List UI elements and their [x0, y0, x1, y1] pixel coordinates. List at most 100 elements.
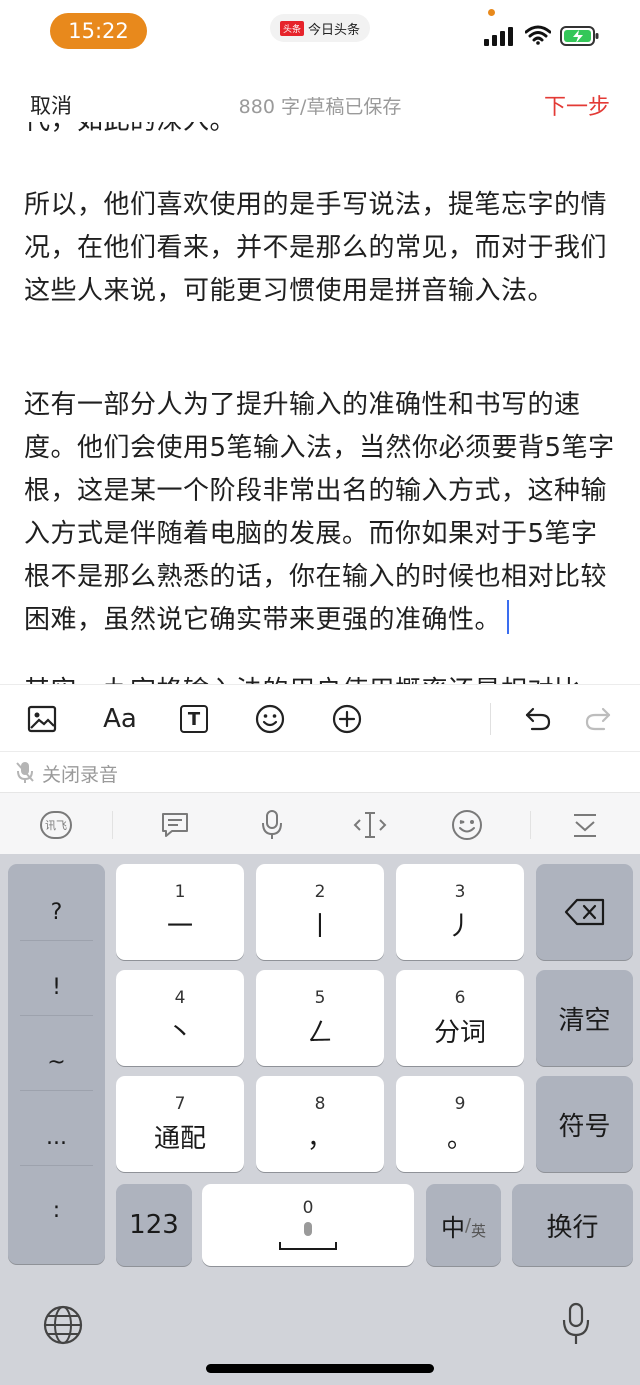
key-7[interactable]: 7 通配 [116, 1076, 244, 1172]
dictation-mic-icon[interactable] [560, 1302, 592, 1346]
ime-toolbar: 讯飞 [0, 792, 640, 854]
ime-emoji-button[interactable] [447, 805, 487, 845]
privacy-dot [488, 9, 495, 16]
ime-divider [530, 811, 531, 839]
lang-chinese-label: 中 [440, 1213, 465, 1242]
key-6[interactable]: 6 分词 [396, 970, 524, 1066]
ime-divider [112, 811, 113, 839]
key-label: 分词 [433, 1017, 486, 1048]
symbol-key-button[interactable]: 符号 [536, 1076, 633, 1172]
key-number: 5 [314, 987, 326, 1008]
key-5[interactable]: 5 ㄥ [256, 970, 384, 1066]
clear-key[interactable]: 清空 [536, 970, 633, 1066]
symbol-divider [20, 1015, 93, 1016]
ime-logo-button[interactable]: 讯飞 [36, 805, 76, 845]
key-8[interactable]: 8 ， [256, 1076, 384, 1172]
text-box-icon: T [180, 705, 208, 733]
app-logo: 头条 [279, 20, 304, 36]
add-icon [332, 704, 362, 734]
key-label: 清空 [558, 1005, 611, 1036]
key-number: 6 [454, 987, 466, 1008]
key-9[interactable]: 9 。 [396, 1076, 524, 1172]
paragraph[interactable]: 还有一部分人为了提升输入的准确性和书写的速度。他们会使用5笔输入法，当然你必须要… [24, 384, 624, 642]
enter-key[interactable]: 换行 [512, 1184, 633, 1266]
redo-icon [585, 707, 611, 731]
symbol-key[interactable]: ! [8, 975, 105, 1000]
next-step-button[interactable]: 下一步 [544, 89, 610, 121]
undo-icon [525, 707, 551, 731]
key-number: 9 [454, 1093, 466, 1114]
key-1[interactable]: 1 一 [116, 864, 244, 960]
add-button[interactable] [329, 701, 365, 737]
paragraph[interactable]: 其实，九宫格输入法的用户使用概率还是相对比 [24, 670, 624, 684]
key-label: 丶 [166, 1017, 193, 1048]
delete-key[interactable] [536, 864, 633, 960]
format-toolbar: Aa T [0, 684, 640, 752]
image-icon [27, 705, 57, 733]
globe-icon[interactable] [42, 1304, 84, 1346]
cellular-signal-icon [484, 27, 513, 46]
collapse-keyboard-icon [574, 814, 596, 837]
editor-body[interactable]: 代，如此的深入。 所以，他们喜欢使用的是手写说法，提笔忘字的情况，在他们看来，并… [0, 122, 640, 684]
symbol-key[interactable]: ... [8, 1125, 105, 1150]
symbol-divider [20, 940, 93, 941]
key-number: 4 [174, 987, 186, 1008]
symbol-divider [20, 1090, 93, 1091]
numeric-key[interactable]: 123 [116, 1184, 192, 1266]
emoji-button[interactable] [252, 701, 288, 737]
space-key[interactable]: 0 [202, 1184, 414, 1266]
key-number: 8 [314, 1093, 326, 1114]
text-box-button[interactable]: T [176, 701, 212, 737]
key-number: 0 [302, 1198, 314, 1218]
undo-button[interactable] [520, 701, 556, 737]
mic-off-icon [16, 762, 34, 783]
stroke-keyboard: ? ! ~ ... : 1 一 2 丨 3 丿 4 丶 5 ㄥ 6 分词 清空 … [0, 854, 640, 1385]
microphone-icon [262, 810, 282, 839]
key-label: ㄥ [306, 1017, 333, 1048]
key-number: 7 [174, 1093, 186, 1114]
key-label: 123 [129, 1210, 179, 1240]
emoji-icon [255, 704, 285, 734]
font-button[interactable]: Aa [98, 701, 142, 737]
key-number: 1 [174, 881, 186, 902]
key-label: 丿 [446, 911, 473, 942]
language-switch-key[interactable]: 中 / 英 [426, 1184, 501, 1266]
status-time: 15:22 [50, 13, 147, 49]
image-button[interactable] [24, 701, 60, 737]
key-label: 丨 [306, 911, 333, 942]
key-label: 一 [166, 911, 193, 942]
ime-cursor-button[interactable] [350, 805, 390, 845]
cursor-move-icon [353, 812, 387, 838]
font-icon: Aa [103, 704, 137, 734]
lang-english-label: 英 [471, 1221, 487, 1240]
battery-charging-icon [560, 26, 599, 46]
paragraph[interactable]: 代，如此的深入。 [24, 122, 624, 143]
toolbar-divider [490, 703, 491, 735]
wifi-icon [525, 25, 551, 45]
redo-button[interactable] [580, 701, 616, 737]
hide-keyboard-button[interactable] [565, 805, 605, 845]
key-3[interactable]: 3 丿 [396, 864, 524, 960]
voice-bar[interactable]: 关闭录音 [0, 752, 640, 792]
key-number: 3 [454, 881, 466, 902]
paragraph-text: 还有一部分人为了提升输入的准确性和书写的速度。他们会使用5笔输入法，当然你必须要… [24, 390, 615, 635]
voice-toggle-label[interactable]: 关闭录音 [42, 760, 118, 787]
symbol-key[interactable]: ~ [8, 1050, 105, 1075]
symbol-column[interactable]: ? ! ~ ... : [8, 864, 105, 1264]
key-label: 符号 [558, 1111, 611, 1142]
ime-voice-button[interactable] [252, 805, 292, 845]
key-label: 通配 [153, 1123, 206, 1154]
app-indicator[interactable]: 头条 今日头条 [270, 14, 370, 42]
key-2[interactable]: 2 丨 [256, 864, 384, 960]
home-indicator[interactable] [206, 1364, 434, 1373]
symbol-key[interactable]: : [8, 1198, 105, 1223]
key-4[interactable]: 4 丶 [116, 970, 244, 1066]
ime-message-button[interactable] [155, 805, 195, 845]
symbol-key[interactable]: ? [8, 900, 105, 925]
key-label: ， [306, 1123, 333, 1154]
status-bar: 15:22 头条 今日头条 [0, 0, 640, 64]
key-number: 2 [314, 881, 326, 902]
key-label: 换行 [546, 1212, 599, 1243]
paragraph[interactable]: 所以，他们喜欢使用的是手写说法，提笔忘字的情况，在他们看来，并不是那么的常见，而… [24, 184, 624, 313]
wink-emoji-icon [452, 810, 482, 840]
